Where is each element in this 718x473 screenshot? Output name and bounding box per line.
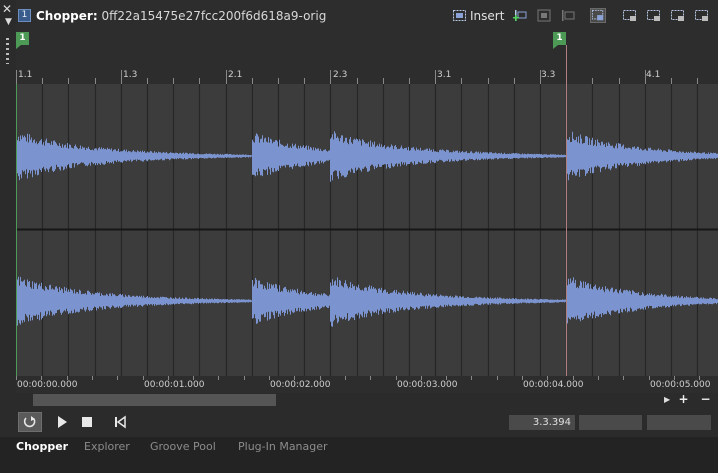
close-icon[interactable]: ✕ (2, 3, 12, 15)
tab-groove-pool[interactable]: Groove Pool (150, 440, 216, 453)
clip-name: 0ff22a15475e27fcc200f6d618a9-orig (101, 9, 327, 23)
stop-icon (82, 417, 92, 427)
position-display[interactable]: 3.3.394 (509, 415, 575, 430)
panel-name: Chopper (36, 9, 93, 23)
time-tick (699, 376, 700, 380)
time-label: 00:00:04.000 (523, 380, 584, 390)
bar-label: 1.1 (18, 70, 33, 80)
time-tick (16, 376, 17, 380)
insert-mode-icon[interactable] (452, 8, 468, 23)
time-tick (345, 376, 346, 380)
go-to-start-button[interactable] (108, 412, 132, 432)
chopper-titlebar: 1 Chopper: 0ff22a15475e27fcc200f6d618a9-… (16, 0, 718, 32)
time-label: 00:00:05.000 (650, 380, 711, 390)
marker-flag-cursor[interactable]: 1 (553, 32, 566, 49)
time-tick (522, 376, 523, 380)
slice-icon[interactable] (670, 8, 686, 23)
bar-label: 2.1 (228, 70, 243, 80)
bar-label: 3.1 (437, 70, 452, 80)
bar-label: 3.3 (541, 70, 556, 80)
move-split-icon[interactable] (622, 8, 638, 23)
ruler-tick (330, 70, 331, 84)
time-tick (573, 376, 574, 380)
ruler-tick (226, 70, 227, 84)
time-tick (547, 376, 548, 380)
time-tick (320, 376, 321, 380)
time-label: 00:00:02.000 (270, 380, 331, 390)
tab-explorer[interactable]: Explorer (84, 440, 130, 453)
time-tick (471, 376, 472, 380)
time-tick (117, 376, 118, 380)
time-tick (497, 376, 498, 380)
marker-flag-start[interactable]: 1 (16, 32, 29, 49)
stop-button[interactable] (76, 412, 100, 432)
drag-grip-icon[interactable] (6, 38, 9, 64)
waveform-view[interactable] (16, 84, 718, 376)
insert-button[interactable]: Insert (470, 9, 504, 23)
scrollbar-thumb[interactable] (33, 394, 276, 406)
window-tabs: Chopper Explorer Groove Pool Plug-In Man… (0, 437, 718, 473)
ruler-tick (540, 70, 541, 84)
time-tick (67, 376, 68, 380)
zoom-in-button[interactable]: + (677, 393, 690, 406)
ruler-tick (16, 70, 17, 84)
time-tick (92, 376, 93, 380)
ruler-tick (435, 70, 436, 84)
time-tick (649, 376, 650, 380)
zoom-out-button[interactable]: − (699, 393, 712, 406)
go-to-start-icon (115, 415, 126, 429)
tab-plugin-manager[interactable]: Plug-In Manager (238, 440, 328, 453)
time-tick (218, 376, 219, 380)
slice-alt-icon[interactable] (694, 8, 710, 23)
next-marker-icon[interactable] (560, 8, 576, 23)
time-tick (623, 376, 624, 380)
time-tick (598, 376, 599, 380)
pin-icon[interactable]: ▼ (5, 18, 12, 27)
time-tick (396, 376, 397, 380)
time-label: 00:00:03.000 (397, 380, 458, 390)
time-label: 00:00:01.000 (144, 380, 205, 390)
time-tick (193, 376, 194, 380)
bar-ruler[interactable]: 1 1 1.1 1.3 2.1 2.3 3.1 3.3 4.1 (16, 32, 718, 84)
track-number-badge: 1 (18, 9, 31, 22)
time-tick (674, 376, 675, 380)
time-tick (41, 376, 42, 380)
prev-marker-icon[interactable] (536, 8, 552, 23)
ruler-tick (121, 70, 122, 84)
time-tick (370, 376, 371, 380)
play-icon (58, 416, 67, 428)
horizontal-scrollbar[interactable]: ▶ + − (16, 393, 718, 407)
time-tick (269, 376, 270, 380)
add-split-icon[interactable] (512, 8, 528, 23)
panel-title: Chopper: 0ff22a15475e27fcc200f6d618a9-or… (36, 9, 326, 23)
panel-gutter: ✕ ▼ (0, 0, 16, 438)
time-tick (446, 376, 447, 380)
waveform-canvas[interactable] (16, 84, 718, 376)
time-label: 00:00:00.000 (17, 380, 78, 390)
bar-label: 2.3 (333, 70, 348, 80)
time-tick (244, 376, 245, 380)
play-button[interactable] (50, 412, 74, 432)
ruler-tick (645, 70, 646, 84)
bar-label: 4.1 (646, 70, 661, 80)
split-to-track-icon[interactable] (646, 8, 662, 23)
transport-field-3[interactable] (647, 415, 711, 430)
tab-chopper[interactable]: Chopper (16, 440, 68, 453)
snap-to-grid-icon[interactable] (590, 8, 606, 23)
loop-icon (23, 416, 36, 428)
ruler-cursor-line (566, 45, 567, 84)
time-tick (294, 376, 295, 380)
transport-field-2[interactable] (579, 415, 642, 430)
time-tick (421, 376, 422, 380)
loop-button[interactable] (18, 412, 42, 432)
time-tick (168, 376, 169, 380)
scroll-right-icon[interactable]: ▶ (664, 395, 670, 404)
time-tick (143, 376, 144, 380)
time-ruler: 00:00:00.000 00:00:01.000 00:00:02.000 0… (16, 376, 718, 393)
title-separator: : (92, 9, 98, 23)
bar-label: 1.3 (123, 70, 138, 80)
transport-bar: 3.3.394 (0, 407, 718, 437)
